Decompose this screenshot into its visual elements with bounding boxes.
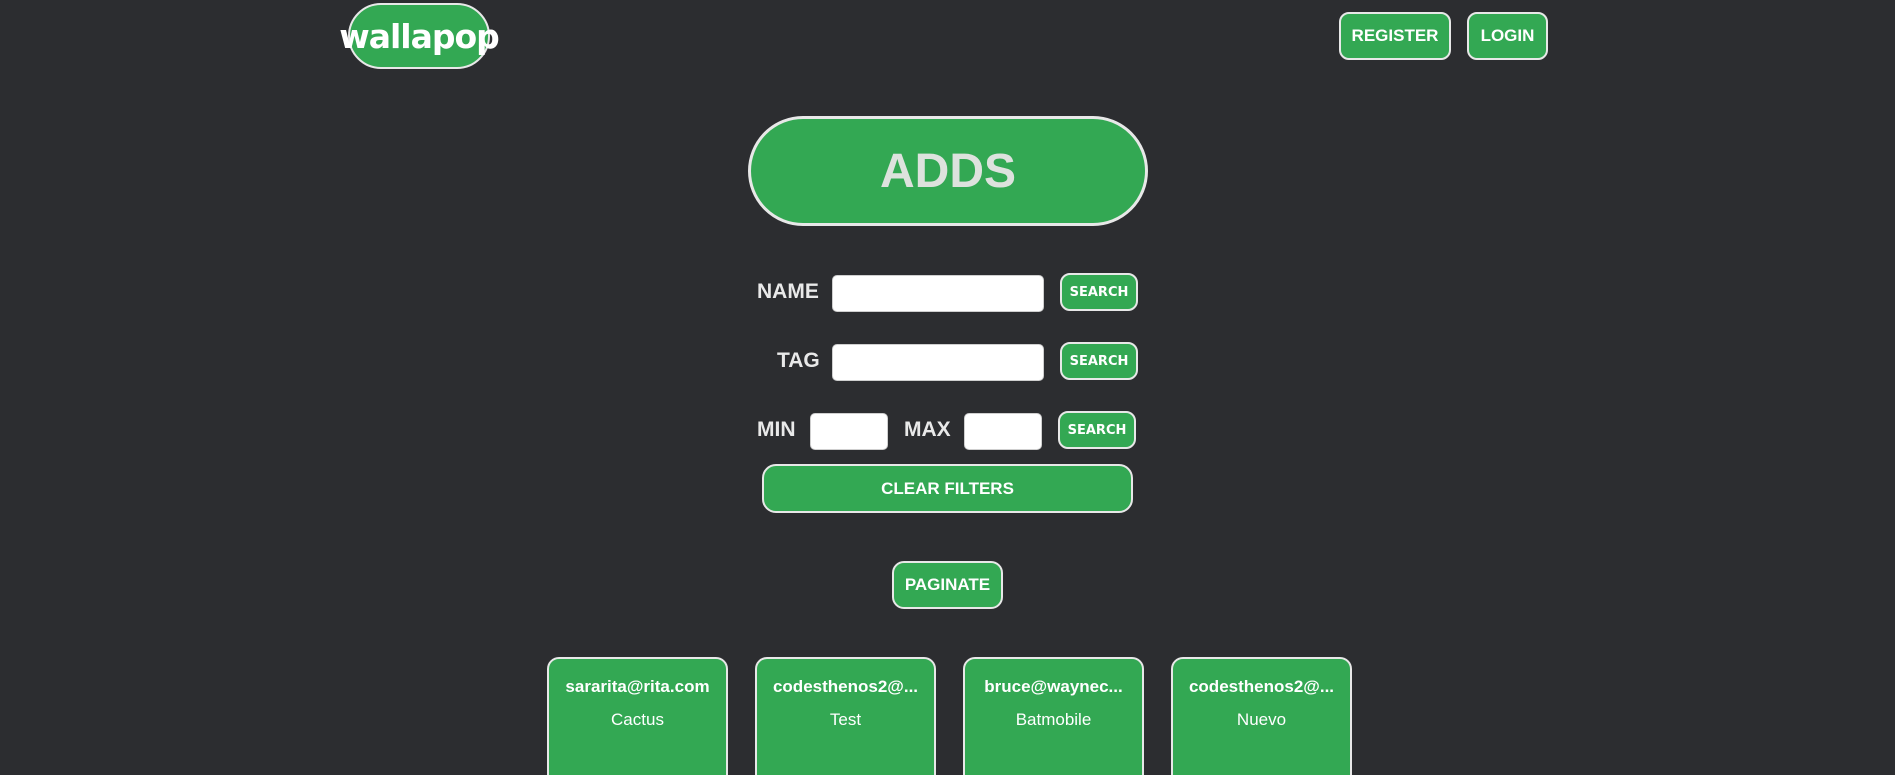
ad-owner-email: codesthenos2@... [772,677,919,696]
ad-card[interactable]: codesthenos2@... Nuevo [1171,657,1352,775]
ad-card[interactable]: sararita@rita.com Cactus [547,657,728,775]
register-button[interactable]: REGISTER [1339,12,1451,60]
ad-name: Test [829,710,862,729]
min-price-label: MIN [757,418,796,441]
price-search-button[interactable]: SEARCH [1058,411,1136,449]
ad-owner-email: bruce@waynec... [984,677,1123,696]
max-price-label: MAX [904,418,951,441]
max-price-input[interactable] [964,413,1042,450]
name-search-button[interactable]: SEARCH [1060,273,1138,311]
page-title: ADDS [748,116,1148,226]
ad-name: Nuevo [1236,710,1287,729]
ad-name: Batmobile [1015,710,1092,729]
tag-filter-input[interactable] [832,344,1044,381]
ad-card[interactable]: bruce@waynec... Batmobile [963,657,1144,775]
ad-card[interactable]: codesthenos2@... Test [755,657,936,775]
login-button[interactable]: LOGIN [1467,12,1548,60]
name-filter-label: NAME [757,280,819,303]
tag-search-button[interactable]: SEARCH [1060,342,1138,380]
wallapop-logo[interactable]: wallapop [339,3,500,69]
ad-owner-email: sararita@rita.com [565,677,710,696]
paginate-button[interactable]: PAGINATE [892,561,1003,609]
tag-filter-label: TAG [777,349,820,372]
ad-owner-email: codesthenos2@... [1188,677,1335,696]
ad-name: Cactus [611,710,664,729]
min-price-input[interactable] [810,413,888,450]
name-filter-input[interactable] [832,275,1044,312]
clear-filters-button[interactable]: CLEAR FILTERS [762,464,1133,513]
